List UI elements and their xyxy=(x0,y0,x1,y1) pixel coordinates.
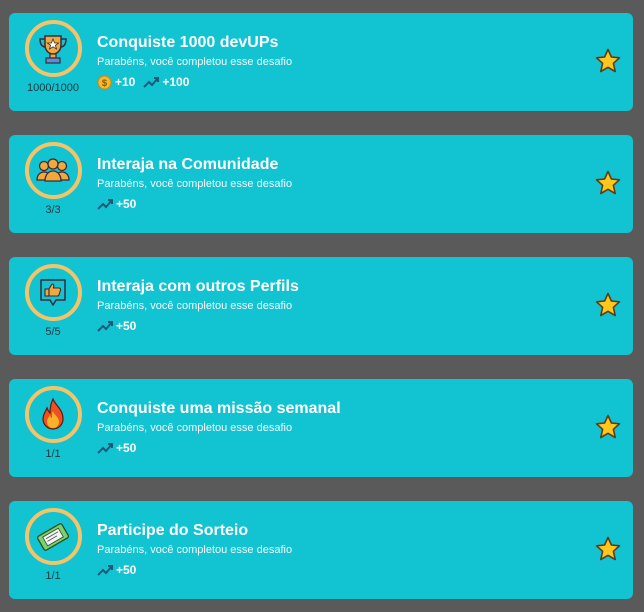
challenge-rewards: +50 xyxy=(97,439,341,457)
challenge-subtitle: Parabéns, você completou esse desafio xyxy=(97,56,293,68)
trophy-icon xyxy=(24,20,82,77)
challenge-badge: 1000/1000 xyxy=(21,20,85,94)
challenge-rewards: +50 xyxy=(97,561,292,579)
challenge-progress: 1/1 xyxy=(45,570,61,582)
xp-reward: +50 xyxy=(116,319,137,333)
challenge-rewards: +50 xyxy=(97,195,292,213)
challenge-progress: 1/1 xyxy=(45,448,61,460)
coin-reward: +10 xyxy=(115,75,136,89)
svg-text:$: $ xyxy=(102,77,108,87)
challenge-title: Conquiste uma missão semanal xyxy=(97,400,341,417)
challenge-title: Interaja na Comunidade xyxy=(97,156,279,173)
challenge-rewards: +50 xyxy=(97,317,299,335)
challenge-progress: 3/3 xyxy=(45,204,61,216)
challenge-title: Participe do Sorteio xyxy=(97,522,249,539)
ticket-icon xyxy=(24,508,82,565)
challenge-progress: 5/5 xyxy=(45,326,61,338)
star-icon xyxy=(595,48,621,73)
challenge-title: Interaja com outros Perfils xyxy=(97,278,299,295)
challenge-rewards: $ +10 +100 xyxy=(97,73,292,91)
challenge-card[interactable]: 1000/1000 Conquiste 1000 devUPs Parabéns… xyxy=(9,13,633,111)
trending-up-icon xyxy=(97,199,113,210)
trending-up-icon xyxy=(97,321,113,332)
challenge-badge: 3/3 xyxy=(21,142,85,216)
challenge-subtitle: Parabéns, você completou esse desafio xyxy=(97,300,293,312)
challenge-subtitle: Parabéns, você completou esse desafio xyxy=(97,544,293,556)
xp-reward: +50 xyxy=(116,441,137,455)
xp-reward: +50 xyxy=(116,197,137,211)
challenge-card[interactable]: 1/1 Conquiste uma missão semanal Parabén… xyxy=(9,379,633,477)
challenge-subtitle: Parabéns, você completou esse desafio xyxy=(97,422,293,434)
challenge-card[interactable]: 3/3 Interaja na Comunidade Parabéns, voc… xyxy=(9,135,633,233)
challenge-badge: 5/5 xyxy=(21,264,85,338)
trending-up-icon xyxy=(97,443,113,454)
xp-reward: +100 xyxy=(162,75,190,89)
trending-up-icon xyxy=(97,565,113,576)
fire-icon xyxy=(24,386,82,443)
coin-icon: $ xyxy=(97,74,112,90)
challenge-subtitle: Parabéns, você completou esse desafio xyxy=(97,178,293,190)
challenge-card[interactable]: 1/1 Participe do Sorteio Parabéns, você … xyxy=(9,501,633,599)
trending-up-icon xyxy=(143,77,160,88)
challenge-badge: 1/1 xyxy=(21,386,85,460)
challenge-progress: 1000/1000 xyxy=(27,82,79,94)
challenge-card[interactable]: 5/5 Interaja com outros Perfils Parabéns… xyxy=(9,257,633,355)
star-icon xyxy=(595,414,621,439)
star-icon xyxy=(595,536,621,561)
challenge-badge: 1/1 xyxy=(21,508,85,582)
community-icon xyxy=(24,142,82,199)
challenge-list: 1000/1000 Conquiste 1000 devUPs Parabéns… xyxy=(0,0,644,612)
thumbs-up-icon xyxy=(24,264,82,321)
star-icon xyxy=(595,170,621,195)
star-icon xyxy=(595,292,621,317)
challenge-title: Conquiste 1000 devUPs xyxy=(97,34,279,51)
xp-reward: +50 xyxy=(116,563,137,577)
